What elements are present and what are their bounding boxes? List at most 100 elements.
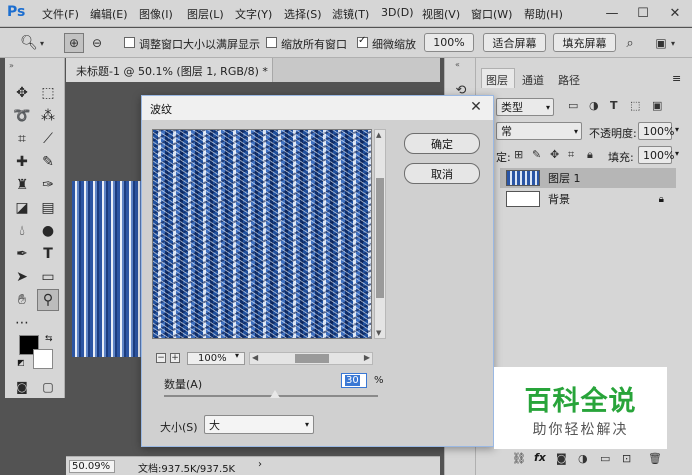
lock-position-icon[interactable]: ✥ xyxy=(550,148,559,161)
fill-input[interactable]: 100% xyxy=(638,146,674,164)
size-select[interactable]: 大 ▾ xyxy=(204,415,314,434)
swap-colors-icon[interactable]: ⇆ xyxy=(45,334,53,344)
menu-layer[interactable]: 图层(L) xyxy=(187,6,224,22)
layer-row-1[interactable]: 图层 1 xyxy=(500,168,676,188)
filter-preview[interactable] xyxy=(152,129,372,339)
link-icon[interactable]: ⛓ xyxy=(512,452,526,465)
lock-transparent-icon[interactable]: ⊞ xyxy=(514,148,523,161)
tab-layers[interactable]: 图层 xyxy=(486,72,508,88)
group-icon[interactable]: ▭ xyxy=(600,452,610,465)
type-filter-icon[interactable]: T xyxy=(610,99,618,112)
hand-tool-icon[interactable]: ✋︎ xyxy=(11,289,33,311)
menu-select[interactable]: 选择(S) xyxy=(284,6,322,22)
zoom-in-icon[interactable]: ⊕ xyxy=(64,33,84,53)
background-color-swatch[interactable] xyxy=(33,349,53,369)
trash-icon[interactable]: 🗑︎ xyxy=(648,452,662,465)
scroll-thumb[interactable] xyxy=(295,354,329,363)
fit-screen-button[interactable]: 适合屏幕 xyxy=(483,33,546,52)
scroll-down-icon[interactable]: ▼ xyxy=(376,329,381,337)
panel-menu-icon[interactable]: ≡ xyxy=(672,72,681,85)
clone-stamp-icon[interactable]: ♜ xyxy=(11,174,33,196)
menu-image[interactable]: 图像(I) xyxy=(139,6,173,22)
maximize-button[interactable]: ☐ xyxy=(628,0,658,27)
eyedropper-icon[interactable]: ⟋ xyxy=(37,128,59,150)
chevron-down-icon[interactable]: ▾ xyxy=(671,39,675,48)
close-icon[interactable]: ✕ xyxy=(465,97,487,117)
gradient-tool-icon[interactable]: ▤ xyxy=(37,197,59,219)
magic-wand-icon[interactable]: ⁂ xyxy=(37,105,59,127)
pixel-filter-icon[interactable]: ▭ xyxy=(568,99,578,112)
opacity-input[interactable]: 100% xyxy=(638,122,674,140)
zoom-all-windows-checkbox[interactable] xyxy=(266,37,277,48)
zoom-out-icon[interactable]: − xyxy=(156,353,166,363)
pen-tool-icon[interactable]: ✒ xyxy=(11,243,33,265)
minimize-button[interactable]: — xyxy=(597,0,627,27)
move-tool-icon[interactable]: ✥ xyxy=(11,82,33,104)
zoom-tool-icon[interactable]: ⚲ xyxy=(37,289,59,311)
menu-window[interactable]: 窗口(W) xyxy=(471,6,512,22)
type-tool-icon[interactable]: T xyxy=(37,243,59,265)
path-selection-icon[interactable]: ➤ xyxy=(11,266,33,288)
document-tab[interactable]: 未标题-1 @ 50.1% (图层 1, RGB/8) * xyxy=(66,58,273,82)
close-window-button[interactable]: ✕ xyxy=(660,0,690,27)
brush-tool-icon[interactable]: ✎ xyxy=(37,151,59,173)
chevron-down-icon[interactable]: ▾ xyxy=(675,149,679,158)
preview-vertical-scrollbar[interactable]: ▲ ▼ xyxy=(374,129,386,339)
preview-horizontal-scrollbar[interactable]: ◀ ▶ xyxy=(249,352,373,365)
mask-icon[interactable]: ◙ xyxy=(556,452,567,465)
adjustment-filter-icon[interactable]: ◑ xyxy=(589,99,599,112)
blend-mode-select[interactable]: 常 ▾ xyxy=(496,122,582,140)
blur-tool-icon[interactable]: 💧︎ xyxy=(11,220,33,242)
canvas-image[interactable] xyxy=(72,181,146,357)
zoom-100-button[interactable]: 100% xyxy=(424,33,474,52)
scroll-thumb[interactable] xyxy=(376,178,384,298)
lock-brush-icon[interactable]: ✎ xyxy=(532,148,541,161)
zoom-tool-icon[interactable]: 🔍︎ xyxy=(18,34,40,52)
collapse-icon[interactable]: » xyxy=(9,61,14,70)
history-brush-icon[interactable]: ✑ xyxy=(37,174,59,196)
tab-paths[interactable]: 路径 xyxy=(558,72,580,88)
quick-mask-icon[interactable]: ◙ xyxy=(11,376,33,398)
cancel-button[interactable]: 取消 xyxy=(404,163,480,184)
smart-object-filter-icon[interactable]: ▣ xyxy=(652,99,662,112)
menu-3d[interactable]: 3D(D) xyxy=(381,6,414,19)
layer-filter-select[interactable]: 类型 ▾ xyxy=(496,98,554,116)
menu-filter[interactable]: 滤镜(T) xyxy=(332,6,369,22)
scroll-right-icon[interactable]: ▶ xyxy=(364,353,370,362)
ok-button[interactable]: 确定 xyxy=(404,133,480,154)
tab-channels[interactable]: 通道 xyxy=(522,72,544,88)
chevron-right-icon[interactable]: › xyxy=(258,459,262,470)
default-colors-icon[interactable]: ◩ xyxy=(17,358,25,367)
workspace-icon[interactable]: ▣ xyxy=(652,34,670,52)
fx-icon[interactable]: fx xyxy=(534,451,546,464)
marquee-tool-icon[interactable]: ⬚ xyxy=(37,82,59,104)
menu-type[interactable]: 文字(Y) xyxy=(235,6,272,22)
dodge-tool-icon[interactable]: ● xyxy=(37,220,59,242)
search-icon[interactable]: ⌕ xyxy=(620,33,640,53)
healing-brush-icon[interactable]: ✚ xyxy=(11,151,33,173)
rectangle-tool-icon[interactable]: ▭ xyxy=(37,266,59,288)
new-layer-icon[interactable]: ⊡ xyxy=(622,452,631,465)
zoom-level[interactable]: 50.09% xyxy=(69,460,115,473)
lock-all-icon[interactable]: 🔒︎ xyxy=(587,148,593,162)
menu-edit[interactable]: 编辑(E) xyxy=(90,6,128,22)
fill-screen-button[interactable]: 填充屏幕 xyxy=(553,33,616,52)
layer-row-background[interactable]: 背景 🔒︎ xyxy=(500,189,676,209)
zoom-out-icon[interactable]: ⊖ xyxy=(87,33,107,53)
scroll-up-icon[interactable]: ▲ xyxy=(376,131,381,139)
expand-icon[interactable]: « xyxy=(455,60,460,69)
eraser-tool-icon[interactable]: ◪ xyxy=(11,197,33,219)
crop-tool-icon[interactable]: ⌗ xyxy=(11,128,33,150)
lock-artboard-icon[interactable]: ⌗ xyxy=(568,148,574,162)
chevron-down-icon[interactable]: ▾ xyxy=(235,351,239,360)
chevron-down-icon[interactable]: ▾ xyxy=(40,39,44,48)
menu-file[interactable]: 文件(F) xyxy=(42,6,79,22)
zoom-in-icon[interactable]: + xyxy=(170,353,180,363)
adjustment-icon[interactable]: ◑ xyxy=(578,452,588,465)
lasso-tool-icon[interactable]: ➰ xyxy=(11,105,33,127)
shape-filter-icon[interactable]: ⬚ xyxy=(630,99,640,112)
scroll-left-icon[interactable]: ◀ xyxy=(252,353,258,362)
screen-mode-icon[interactable]: ▢ xyxy=(37,376,59,398)
resize-windows-checkbox[interactable] xyxy=(124,37,135,48)
scrubby-zoom-checkbox[interactable] xyxy=(357,35,368,48)
